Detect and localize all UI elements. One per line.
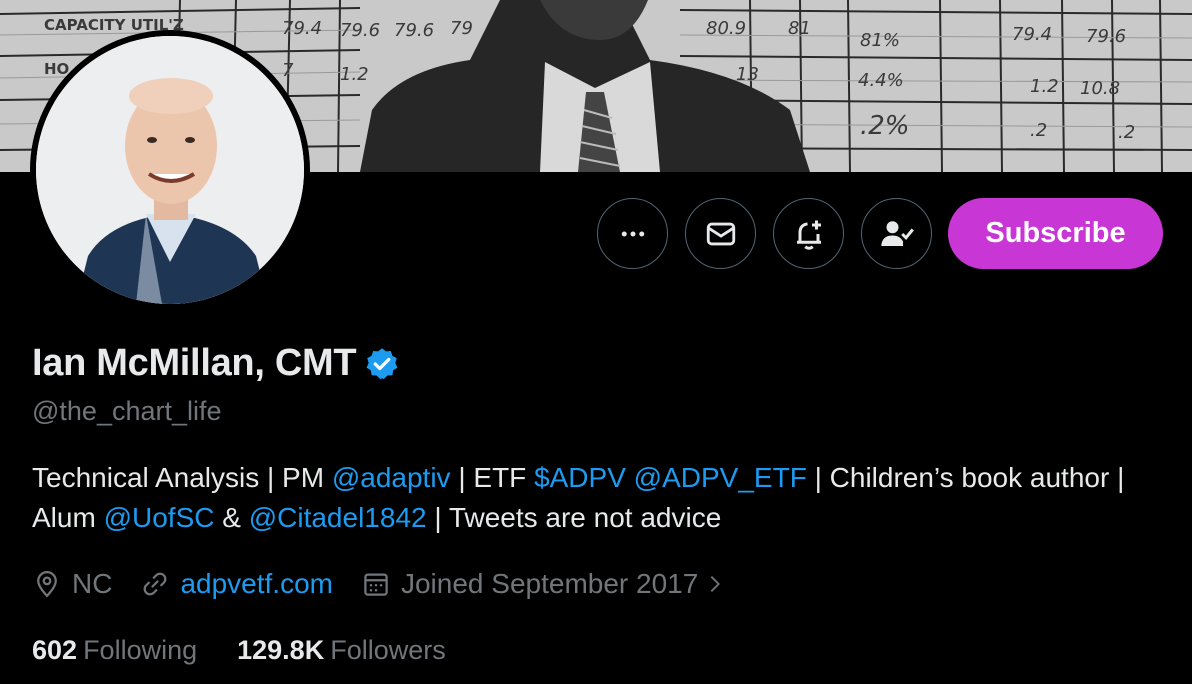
followers-label: Followers [330, 634, 446, 665]
cashtag-link[interactable]: $ADPV [534, 462, 626, 493]
mention-link[interactable]: @ADPV_ETF [634, 462, 807, 493]
location-text: NC [72, 568, 113, 599]
svg-text:79.4: 79.4 [1012, 24, 1052, 45]
link-icon [144, 572, 167, 596]
envelope-icon [706, 222, 735, 245]
chevron-right-icon [710, 576, 721, 592]
joined-text: Joined September 2017 [400, 568, 699, 599]
mention-link[interactable]: @UofSC [104, 502, 215, 533]
avatar-photo [36, 36, 304, 304]
followers-count: 129.8K [237, 634, 325, 665]
person-check-icon [880, 220, 914, 246]
svg-text:.2%: .2% [860, 111, 910, 141]
location-item: NC [32, 568, 112, 600]
following-button[interactable] [861, 198, 932, 269]
following-label: Following [83, 634, 198, 665]
bio-text: | ETF [450, 462, 535, 493]
mention-link[interactable]: @Citadel1842 [249, 502, 427, 533]
svg-text:80.9: 80.9 [706, 18, 746, 39]
website-item[interactable]: adpvetf.com [140, 568, 333, 600]
following-count: 602 [32, 634, 78, 665]
profile-bio: Technical Analysis | PM @adaptiv | ETF $… [32, 458, 1152, 538]
website-link[interactable]: adpvetf.com [180, 568, 333, 600]
svg-text:13: 13 [736, 64, 759, 85]
avatar-frame[interactable] [30, 30, 310, 310]
bio-text [626, 462, 634, 493]
svg-text:79: 79 [450, 18, 473, 39]
svg-text:1.2: 1.2 [340, 64, 369, 85]
svg-text:79.6: 79.6 [394, 20, 434, 41]
following-count-link[interactable]: 602 Following [32, 635, 197, 666]
ellipsis-icon [621, 231, 644, 236]
svg-text:.2: .2 [1118, 122, 1135, 143]
user-handle: @the_chart_life [32, 396, 222, 426]
subscribe-button[interactable]: Subscribe [948, 198, 1163, 269]
svg-text:4.4%: 4.4% [858, 70, 904, 91]
more-options-button[interactable] [597, 198, 668, 269]
location-pin-icon [37, 571, 57, 598]
calendar-icon [364, 573, 388, 596]
message-button[interactable] [685, 198, 756, 269]
bio-text: Technical Analysis | PM [32, 462, 332, 493]
followers-count-link[interactable]: 129.8K Followers [237, 635, 446, 666]
svg-text:79.4: 79.4 [282, 18, 322, 39]
notifications-button[interactable] [773, 198, 844, 269]
svg-text:79.6: 79.6 [1086, 26, 1126, 47]
svg-text:7: 7 [282, 60, 294, 81]
profile-meta: NC adpvetf.com Joined September 2017 [32, 564, 764, 604]
mention-link[interactable]: @adaptiv [332, 462, 451, 493]
display-name-row: Ian McMillan, CMT [32, 342, 400, 385]
svg-text:.2: .2 [1030, 120, 1047, 141]
bio-text: | Tweets are not advice [426, 502, 722, 533]
svg-text:81%: 81% [860, 30, 900, 51]
svg-text:81: 81 [788, 18, 811, 39]
verified-badge-icon[interactable] [364, 346, 400, 382]
bell-plus-icon [796, 220, 821, 250]
svg-text:1.2: 1.2 [1030, 76, 1059, 97]
svg-text:79.6: 79.6 [340, 20, 380, 41]
joined-item[interactable]: Joined September 2017 [361, 568, 736, 600]
bio-text: & [214, 502, 249, 533]
display-name: Ian McMillan, CMT [32, 342, 357, 384]
svg-text:10.8: 10.8 [1080, 78, 1120, 99]
avatar[interactable] [36, 36, 304, 304]
follow-stats: 602 Following 129.8K Followers [32, 630, 486, 670]
